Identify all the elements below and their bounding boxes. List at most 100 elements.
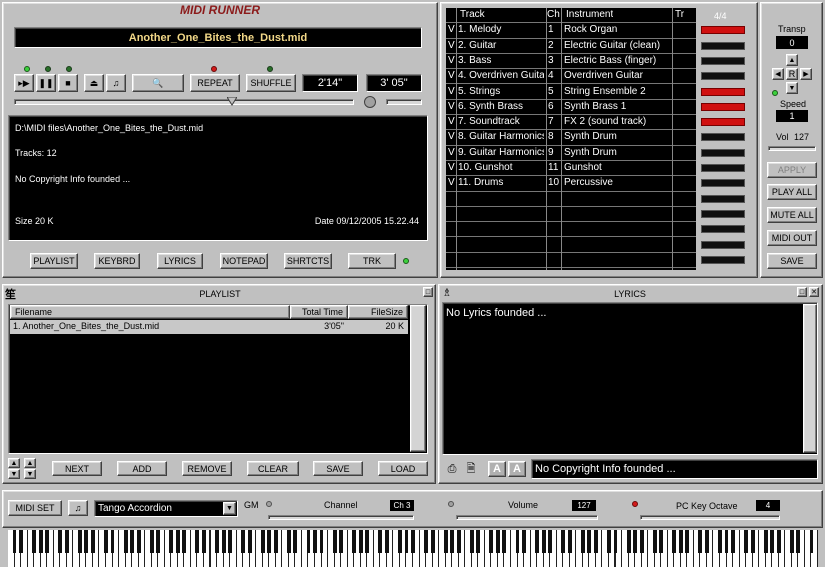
- mute-all-button[interactable]: MUTE ALL: [767, 207, 817, 223]
- piano-black-key[interactable]: [587, 530, 592, 553]
- piano-black-key[interactable]: [38, 530, 43, 553]
- piano-black-key[interactable]: [84, 530, 89, 553]
- piano-black-key[interactable]: [796, 530, 801, 553]
- piano-black-key[interactable]: [358, 530, 363, 553]
- piano-black-key[interactable]: [659, 530, 664, 553]
- track-row[interactable]: V 5. Strings 5 String Ensemble 2: [446, 85, 696, 100]
- piano-black-key[interactable]: [724, 530, 729, 553]
- piano-black-key[interactable]: [286, 530, 291, 553]
- piano-black-key[interactable]: [450, 530, 455, 553]
- font-larger-button[interactable]: A: [508, 461, 526, 477]
- playlist-scrollbar[interactable]: [410, 305, 426, 452]
- piano-black-key[interactable]: [110, 530, 115, 553]
- piano-black-key[interactable]: [156, 530, 161, 553]
- track-row[interactable]: [446, 238, 696, 253]
- playlist-move-up-button[interactable]: ▲: [8, 458, 20, 468]
- playlist-close-button[interactable]: □: [423, 287, 433, 297]
- progress-thumb[interactable]: [225, 96, 238, 106]
- track-row[interactable]: V 8. Guitar Harmonics 8 Synth Drum: [446, 130, 696, 146]
- lyrics-text-area[interactable]: No Lyrics founded ...: [442, 302, 818, 455]
- piano-black-key[interactable]: [228, 530, 233, 553]
- transp-right-button[interactable]: ▶: [800, 68, 812, 80]
- piano-black-key[interactable]: [267, 530, 272, 553]
- piano-black-key[interactable]: [469, 530, 474, 553]
- volume-knob-icon[interactable]: [364, 96, 376, 108]
- piano-black-key[interactable]: [770, 530, 775, 553]
- piano-black-key[interactable]: [136, 530, 141, 553]
- playlist-move-bottom-button[interactable]: ▼: [24, 469, 36, 479]
- remove-button[interactable]: REMOVE: [182, 461, 232, 476]
- piano-black-key[interactable]: [809, 530, 814, 553]
- piano-black-key[interactable]: [731, 530, 736, 553]
- track-header-track[interactable]: Track: [460, 9, 485, 20]
- piano-black-key[interactable]: [744, 530, 749, 553]
- piano-black-key[interactable]: [456, 530, 461, 553]
- track-header-ch[interactable]: Ch: [547, 9, 560, 20]
- piano-black-key[interactable]: [313, 530, 317, 553]
- track-row[interactable]: V 4. Overdriven Guita 4 Overdriven Guitar: [446, 69, 696, 85]
- piano-black-key[interactable]: [169, 530, 174, 553]
- piano-black-key[interactable]: [672, 530, 677, 553]
- stop-button[interactable]: ■: [58, 74, 78, 92]
- volume-slider[interactable]: [456, 515, 598, 520]
- track-row[interactable]: [446, 253, 696, 269]
- keyboard-toggle-button[interactable]: ♫: [68, 500, 88, 516]
- piano-black-key[interactable]: [352, 530, 357, 553]
- piano-black-key[interactable]: [633, 530, 638, 553]
- piano-black-key[interactable]: [64, 530, 69, 553]
- vol-slider[interactable]: [768, 146, 816, 151]
- notepad-button[interactable]: NOTEPAD: [220, 253, 268, 269]
- transp-down-button[interactable]: ▼: [786, 82, 798, 94]
- piano-black-key[interactable]: [789, 530, 794, 553]
- piano-black-key[interactable]: [123, 530, 128, 553]
- eject-button[interactable]: ⏏: [84, 74, 104, 92]
- keybrd-button[interactable]: KEYBRD: [94, 253, 140, 269]
- keyboard-small-button[interactable]: ♫: [106, 74, 126, 92]
- piano-black-key[interactable]: [149, 530, 154, 553]
- lyrics-close-button[interactable]: ✕: [809, 287, 819, 297]
- piano-black-key[interactable]: [424, 530, 428, 553]
- piano-black-key[interactable]: [718, 530, 722, 553]
- piano-black-key[interactable]: [404, 530, 409, 553]
- playlist-header-totaltime[interactable]: Total Time: [290, 305, 348, 319]
- piano-black-key[interactable]: [293, 530, 298, 553]
- transp-up-button[interactable]: ▲: [786, 54, 798, 66]
- channel-slider[interactable]: [268, 515, 414, 520]
- playlist-move-top-button[interactable]: ▲: [24, 458, 36, 468]
- lyrics-button[interactable]: LYRICS: [157, 253, 203, 269]
- save-playlist-button[interactable]: SAVE: [313, 461, 363, 476]
- reset-button[interactable]: R: [786, 68, 798, 80]
- piano-black-key[interactable]: [45, 530, 50, 553]
- shortcuts-button[interactable]: SHRTCTS: [284, 253, 332, 269]
- piano-black-key[interactable]: [580, 530, 585, 553]
- piano-black-key[interactable]: [215, 530, 219, 553]
- search-button[interactable]: 🔍: [132, 74, 184, 92]
- trk-button[interactable]: TRK: [348, 253, 396, 269]
- piano-black-key[interactable]: [593, 530, 598, 553]
- track-row[interactable]: V 1. Melody 1 Rock Organ: [446, 23, 696, 39]
- piano-black-key[interactable]: [365, 530, 370, 553]
- track-row[interactable]: V 10. Gunshot 11 Gunshot: [446, 161, 696, 177]
- piano-black-key[interactable]: [613, 530, 618, 553]
- clear-button[interactable]: CLEAR: [247, 461, 299, 476]
- piano-black-key[interactable]: [607, 530, 611, 553]
- track-header-instrument[interactable]: Instrument: [566, 9, 613, 20]
- balance-slider[interactable]: [386, 99, 422, 105]
- track-row[interactable]: [446, 192, 696, 207]
- piano-black-key[interactable]: [384, 530, 389, 553]
- piano-black-key[interactable]: [561, 530, 566, 553]
- midi-set-button[interactable]: MIDI SET: [8, 500, 62, 516]
- track-row[interactable]: V 11. Drums 10 Percussive: [446, 176, 696, 192]
- piano-black-key[interactable]: [443, 530, 448, 553]
- piano-black-key[interactable]: [639, 530, 644, 553]
- playlist-button[interactable]: PLAYLIST: [30, 253, 78, 269]
- piano-black-key[interactable]: [535, 530, 540, 553]
- track-row[interactable]: [446, 222, 696, 238]
- add-button[interactable]: ADD: [117, 461, 167, 476]
- piano-black-key[interactable]: [58, 530, 63, 553]
- piano-black-key[interactable]: [104, 530, 108, 553]
- piano-black-key[interactable]: [195, 530, 200, 553]
- track-row[interactable]: V 3. Bass 3 Electric Bass (finger): [446, 54, 696, 70]
- instrument-select[interactable]: Tango Accordion ▼: [94, 500, 238, 517]
- track-header-tr[interactable]: Tr: [675, 9, 684, 20]
